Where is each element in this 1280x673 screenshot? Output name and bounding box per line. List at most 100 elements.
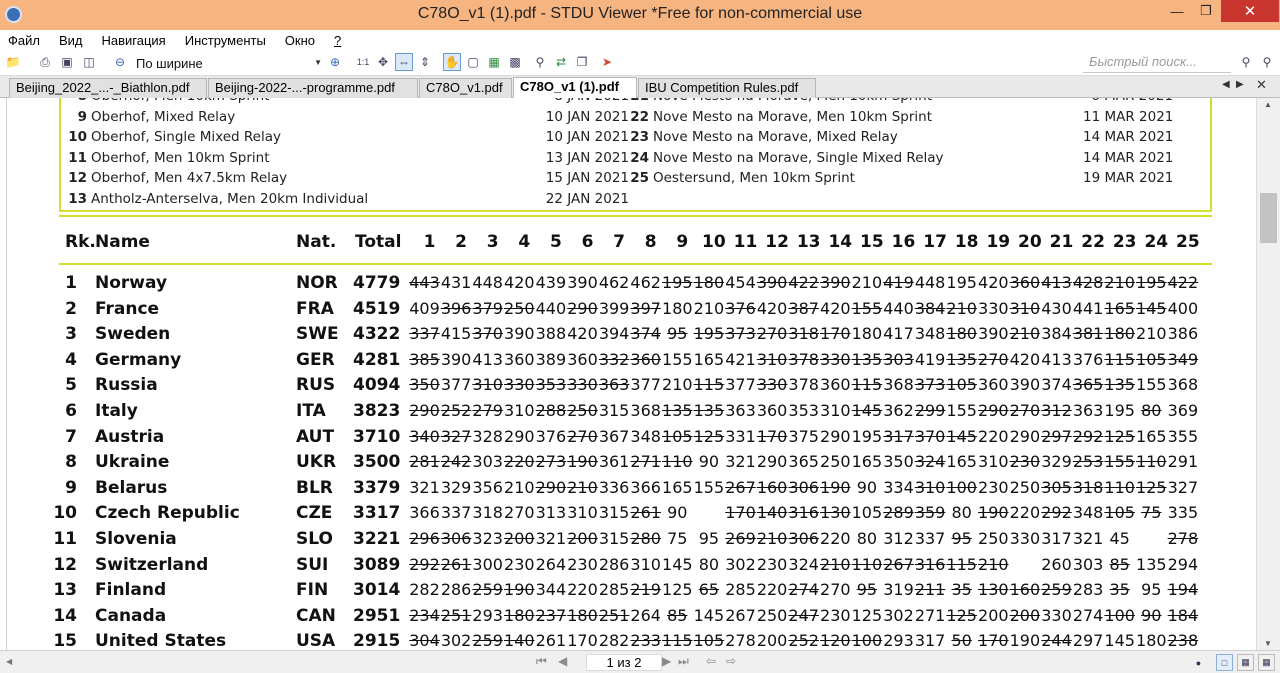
next-page-icon[interactable]: ▶ — [662, 654, 671, 668]
scroll-down-icon[interactable]: ▼ — [1264, 639, 1272, 648]
document-page[interactable]: 8Oberhof, Men 10km Sprint8 JAN 20219Ober… — [6, 98, 1256, 650]
snapshot-icon[interactable]: ▩ — [506, 53, 524, 71]
race-score: 170 — [820, 324, 851, 344]
country-name: Sweden — [95, 324, 171, 345]
fit-height-icon[interactable]: ⇕ — [416, 53, 434, 71]
history-forward-icon[interactable]: ⇨ — [726, 654, 736, 668]
save-icon[interactable]: ▣ — [58, 53, 76, 71]
race-score: 362 — [883, 401, 914, 420]
scroll-thumb[interactable] — [1260, 193, 1277, 243]
race-score: 331 — [725, 426, 756, 446]
nation-code: SUI — [296, 554, 329, 575]
race-score: 220 — [756, 580, 788, 600]
minimize-button[interactable]: — — [1163, 0, 1191, 22]
menu-window[interactable]: Окно — [285, 33, 315, 48]
race-score: 348 — [1072, 503, 1104, 523]
race-score: 302 — [440, 631, 472, 650]
total-points: 3823 — [353, 401, 401, 421]
race-score: 356 — [472, 477, 503, 497]
race-score: 366 — [630, 477, 661, 497]
grid-view-icon[interactable]: ▦ — [1258, 654, 1275, 671]
race-score: 462 — [630, 273, 661, 292]
race-score: 180 — [1136, 631, 1167, 650]
fit-width-icon[interactable]: ⇔ — [395, 53, 413, 71]
race-score: 264 — [630, 605, 661, 625]
replace-arrows-icon[interactable]: ⇄ — [552, 53, 570, 71]
page-indicator[interactable]: 1 из 2 — [586, 654, 662, 671]
copy-page-icon[interactable]: ◫ — [80, 53, 98, 71]
two-page-view-icon[interactable]: ▦ — [1237, 654, 1254, 671]
race-score: 220 — [504, 452, 535, 472]
search-next-icon[interactable]: ⚲ — [1258, 53, 1276, 71]
copy-icon[interactable]: ❐ — [573, 53, 591, 71]
zoom-out-icon[interactable]: ⊖ — [111, 53, 129, 71]
zoom-select[interactable]: По ширине ▼ — [130, 54, 322, 72]
bookmark-icon[interactable]: ➤ — [598, 53, 616, 71]
first-page-icon[interactable]: ⏮ — [536, 654, 547, 669]
race-score: 303 — [883, 349, 914, 369]
tab-scroll-right-icon[interactable]: ▶ — [1236, 79, 1244, 90]
tab-beijing-programme[interactable]: Beijing-2022-...-programme.pdf — [208, 78, 418, 98]
tab-ibu-rules[interactable]: IBU Competition Rules.pdf — [638, 78, 816, 98]
race-score: 422 — [788, 273, 819, 292]
race-score: 290 — [567, 298, 598, 318]
menu-view[interactable]: Вид — [59, 33, 83, 48]
tab-beijing-biathlon[interactable]: Beijing_2022_...-_Biathlon.pdf — [9, 78, 207, 98]
race-score: 363 — [1072, 401, 1104, 420]
race-score: 110 — [851, 554, 883, 574]
menu-help[interactable]: ? — [334, 33, 341, 48]
race-date: 14 MAR 2021 — [1083, 149, 1174, 166]
find-icon[interactable]: ⚲ — [531, 53, 549, 71]
header-race-1: 1 — [423, 232, 436, 252]
race-item: 21 Nove Mesto na Morave, Men 10km Sprint 6… — [623, 98, 1173, 106]
race-name: Oberhof, Mixed Relay — [91, 108, 236, 125]
scroll-up-icon[interactable]: ▲ — [1264, 100, 1272, 109]
tab-close-icon[interactable]: ✕ — [1256, 77, 1267, 93]
zoom-in-icon[interactable]: ⊕ — [326, 53, 344, 71]
select-image-icon[interactable]: ▦ — [485, 53, 503, 71]
race-score: 195 — [946, 273, 977, 292]
actual-size-icon[interactable]: 1:1 — [354, 53, 372, 71]
history-back-icon[interactable]: ⇦ — [706, 654, 716, 668]
race-score: 373 — [725, 324, 756, 344]
hscroll-left-icon[interactable]: ◀ — [6, 657, 12, 666]
open-folder-icon[interactable]: 📁 — [4, 53, 22, 71]
vertical-scrollbar[interactable]: ▲ ▼ — [1256, 98, 1280, 650]
tab-c78o-v1[interactable]: C78O_v1.pdf — [419, 78, 512, 98]
race-score: 329 — [1041, 452, 1072, 472]
status-info-icon[interactable]: ● — [1190, 654, 1207, 671]
fit-page-icon[interactable]: ✥ — [374, 53, 392, 71]
search-binoculars-icon[interactable]: ⚲ — [1237, 53, 1255, 71]
race-score: 105 — [662, 426, 693, 446]
race-score: 135 — [1136, 554, 1167, 574]
last-page-icon[interactable]: ⏭ — [678, 654, 689, 669]
race-score: 100 — [946, 477, 977, 497]
rank: 5 — [65, 375, 77, 396]
race-score: 125 — [693, 426, 725, 446]
header-name: Name — [95, 232, 150, 252]
menu-file[interactable]: Файл — [8, 33, 40, 48]
race-score: 302 — [725, 554, 756, 574]
tab-c78o-v1-1[interactable]: C78O_v1 (1).pdf — [513, 77, 637, 99]
hand-tool-icon[interactable]: ✋ — [443, 53, 461, 71]
race-score: 420 — [567, 324, 598, 344]
print-icon[interactable]: ⎙ — [36, 53, 54, 71]
race-score: 310 — [1009, 298, 1041, 318]
total-points: 4094 — [353, 375, 401, 396]
tab-scroll-left-icon[interactable]: ◀ — [1222, 79, 1230, 90]
menu-tools[interactable]: Инструменты — [185, 33, 266, 48]
select-text-icon[interactable]: ▢ — [464, 53, 482, 71]
quick-search-input[interactable]: Быстрый поиск... — [1083, 54, 1231, 73]
menu-navigation[interactable]: Навигация — [102, 33, 166, 48]
race-number: 13 — [68, 190, 87, 207]
race-score: 388 — [535, 324, 567, 344]
race-name: Nove Mesto na Morave, Mixed Relay — [653, 129, 898, 145]
rank: 10 — [53, 503, 77, 524]
race-name: Oberhof, Single Mixed Relay — [91, 129, 281, 145]
close-button[interactable]: ✕ — [1221, 0, 1279, 22]
race-score: 376 — [725, 298, 756, 318]
race-score: 431 — [440, 273, 472, 292]
prev-page-icon[interactable]: ◀ — [558, 654, 567, 668]
single-page-view-icon[interactable]: □ — [1216, 654, 1233, 671]
maximize-button[interactable]: ❐ — [1192, 0, 1220, 22]
